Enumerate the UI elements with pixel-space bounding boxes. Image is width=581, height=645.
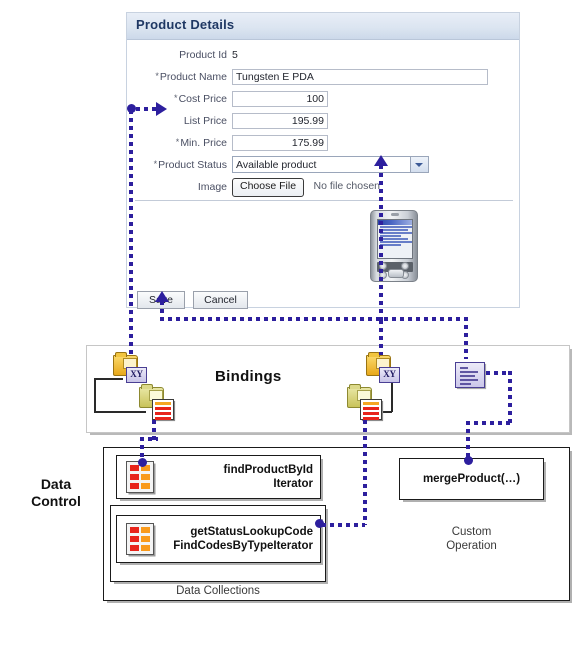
list-binding-icon[interactable]: XY <box>366 352 400 387</box>
product-status-select[interactable]: Available product <box>232 156 429 173</box>
field-row-min-price: *Min. Price 175.99 <box>127 132 519 153</box>
node-merge-product[interactable]: mergeProduct(…) <box>399 458 544 500</box>
cancel-button[interactable]: Cancel <box>193 291 248 309</box>
pda-screen-line <box>380 235 402 237</box>
file-status-text: No file chosen <box>313 180 381 192</box>
node-get-status-lookup-code[interactable]: getStatusLookupCode FindCodesByTypeItera… <box>116 515 321 563</box>
pda-screen-line <box>380 244 402 246</box>
xy-badge-icon: XY <box>379 367 400 383</box>
connector-segment <box>464 317 468 359</box>
connector-segment <box>508 371 512 425</box>
table-icon <box>152 399 174 420</box>
form-body: Product Id 5 *Product Name Tungsten E PD… <box>127 40 519 197</box>
connector-segment <box>136 107 158 111</box>
required-marker: * <box>174 92 178 103</box>
image-file-field: Choose File No file chosen <box>232 176 380 197</box>
connector-segment <box>322 523 365 527</box>
field-row-image: Image Choose File No file chosen <box>127 176 519 197</box>
connector-segment <box>160 317 468 321</box>
bindings-label: Bindings <box>215 368 282 385</box>
product-id-label: Product Id <box>179 48 227 61</box>
xy-badge-icon: XY <box>126 367 147 383</box>
pda-dpad <box>388 269 404 278</box>
node-label: mergeProduct(…) <box>422 473 521 485</box>
list-price-label: List Price <box>183 114 227 127</box>
product-id-value: 5 <box>232 48 238 61</box>
data-control-label: Data Control <box>31 476 81 509</box>
cost-price-label: *Cost Price <box>174 92 227 105</box>
node-label: getStatusLookupCode FindCodesByTypeItera… <box>173 526 313 552</box>
field-row-product-name: *Product Name Tungsten E PDA <box>127 66 519 87</box>
connector-endpoint <box>315 519 324 528</box>
field-row-product-status: *Product Status Available product <box>127 154 519 175</box>
required-marker: * <box>155 70 159 81</box>
connector-endpoint <box>464 456 473 465</box>
product-status-label: *Product Status <box>153 158 227 171</box>
pda-screen-line <box>380 232 412 234</box>
node-label: findProductById Iterator <box>223 464 313 490</box>
connector-arrow <box>156 102 167 116</box>
list-price-input[interactable]: 195.99 <box>232 112 328 129</box>
required-marker: * <box>153 158 158 169</box>
table-icon <box>360 399 382 420</box>
product-details-panel: Product Details Product Id 5 *Product Na… <box>126 12 520 309</box>
connector-segment <box>379 165 383 320</box>
pda-screen-line <box>380 238 408 240</box>
connector-segment <box>379 320 383 355</box>
connector-segment <box>160 301 164 317</box>
choose-file-button[interactable]: Choose File <box>232 178 305 197</box>
product-status-value: Available product <box>236 159 317 171</box>
field-row-list-price: List Price 195.99 <box>127 110 519 131</box>
connector-segment <box>129 110 133 355</box>
page-title: Product Details <box>136 17 235 32</box>
divider <box>135 200 513 201</box>
pda-titlebar <box>378 220 412 225</box>
pda-screen-line <box>380 241 412 243</box>
pda-body <box>370 210 418 282</box>
cost-price-input[interactable]: 100 <box>232 90 328 107</box>
chevron-down-icon[interactable] <box>410 157 428 172</box>
attribute-binding-icon[interactable]: XY <box>113 352 147 387</box>
connector-endpoint <box>138 458 147 467</box>
data-collections-label: Data Collections <box>176 585 260 597</box>
action-binding-icon[interactable] <box>455 362 485 388</box>
panel-header: Product Details <box>127 13 519 40</box>
product-name-label: *Product Name <box>155 70 227 83</box>
image-label: Image <box>197 180 227 193</box>
connector-segment <box>466 421 512 425</box>
min-price-input[interactable]: 175.99 <box>232 134 328 151</box>
product-name-input[interactable]: Tungsten E PDA <box>232 68 488 85</box>
pda-screen-line <box>380 229 408 231</box>
iterator-binding-icon[interactable] <box>139 384 175 421</box>
custom-operation-label: Custom Operation <box>446 526 497 552</box>
pda-screen-line <box>380 226 412 228</box>
field-row-product-id: Product Id 5 <box>127 44 519 65</box>
field-row-cost-price: *Cost Price 100 <box>127 88 519 109</box>
pda-speaker <box>391 213 399 216</box>
min-price-label: *Min. Price <box>175 136 227 149</box>
required-marker: * <box>175 136 180 147</box>
iterator-grid-icon <box>126 523 154 555</box>
iterator-binding-icon-2[interactable] <box>347 384 383 421</box>
binding-link-line <box>94 379 96 412</box>
product-image-thumbnail <box>370 210 418 282</box>
connector-segment <box>363 420 367 525</box>
